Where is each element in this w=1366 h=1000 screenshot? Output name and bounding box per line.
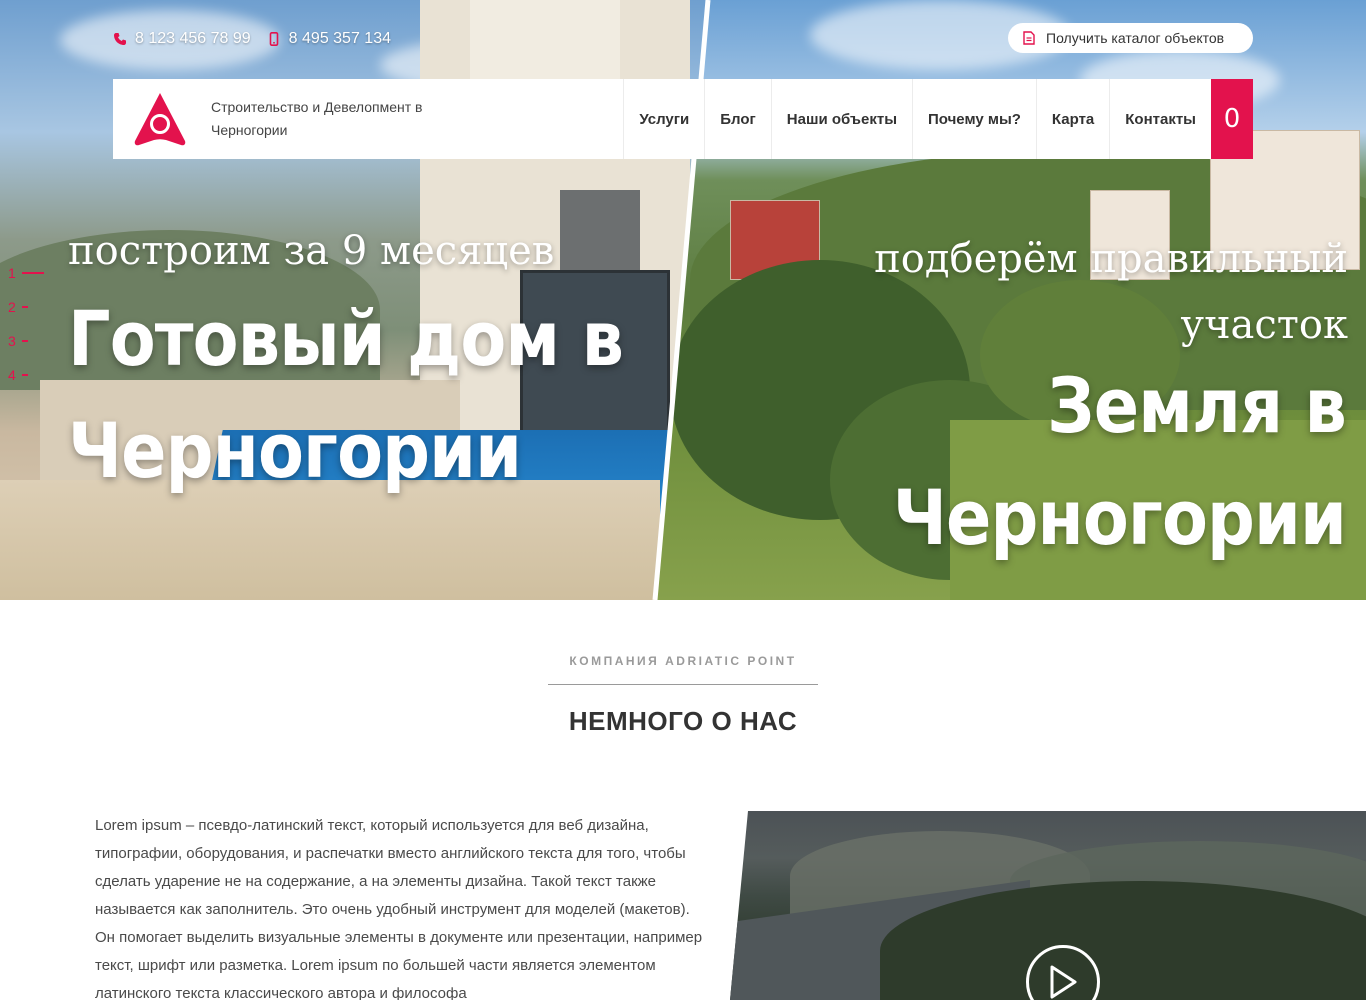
slide-indicator-4[interactable]: 4 (8, 358, 44, 392)
contact-phones: 8 123 456 78 99 8 495 357 134 (113, 30, 391, 48)
hero-left-title: Готовый дом в Черногории (68, 283, 624, 507)
about-eyebrow: КОМПАНИЯ ADRIATIC POINT (569, 654, 797, 668)
get-catalog-label: Получить каталог объектов (1046, 30, 1225, 46)
logo[interactable] (113, 79, 188, 159)
play-icon (1050, 965, 1077, 999)
about-video[interactable] (730, 811, 1366, 1000)
hero-left-title-line-1: Готовый дом в (68, 294, 624, 383)
hero-right-title: Земля в Черногории (853, 350, 1347, 574)
logo-icon (134, 93, 186, 146)
slide-indicator-2[interactable]: 2 (8, 290, 44, 324)
slide-indicator-3[interactable]: 3 (8, 324, 44, 358)
get-catalog-button[interactable]: Получить каталог объектов (1008, 23, 1253, 53)
phone-icon (113, 32, 127, 46)
phone-1[interactable]: 8 123 456 78 99 (113, 30, 251, 48)
main-navbar: Строительство и Девелопмент в Черногории… (113, 79, 1253, 159)
nav-item-contacts[interactable]: Контакты (1109, 79, 1211, 159)
slide-indicator-bar (21, 272, 44, 274)
slide-indicator-bar (21, 340, 28, 342)
slide-indicator-bar (21, 306, 28, 308)
hero-right-subtitle-line-1: подберём правильный (874, 236, 1348, 282)
cart-counter[interactable]: 0 (1211, 79, 1253, 159)
mobile-icon (267, 32, 281, 46)
hero-right-subtitle-line-2: участок (1180, 302, 1348, 348)
nav-item-blog[interactable]: Блог (704, 79, 771, 159)
document-icon (1022, 31, 1036, 45)
hero-slider: 8 123 456 78 99 8 495 357 134 Получить к… (0, 0, 1366, 600)
hero-right-title-line-1: Земля в (1047, 361, 1347, 450)
phone-1-number: 8 123 456 78 99 (135, 30, 251, 47)
slide-indicators: 1 2 3 4 (8, 256, 44, 392)
about-text: Lorem ipsum – псевдо-латинский текст, ко… (95, 817, 703, 1000)
hero-left-title-line-2: Черногории (68, 406, 522, 495)
slide-indicator-1[interactable]: 1 (8, 256, 44, 290)
main-menu: Услуги Блог Наши объекты Почему мы? Карт… (623, 79, 1253, 159)
nav-item-map[interactable]: Карта (1035, 79, 1109, 159)
brand-tagline: Строительство и Девелопмент в Черногории (211, 99, 423, 138)
phone-2[interactable]: 8 495 357 134 (267, 30, 391, 48)
nav-item-why-us[interactable]: Почему мы? (912, 79, 1036, 159)
nav-item-our-objects[interactable]: Наши объекты (770, 79, 912, 159)
slide-indicator-bar (21, 374, 28, 376)
about-divider (548, 684, 818, 685)
about-title: НЕМНОГО О НАС (568, 706, 798, 736)
nav-item-services[interactable]: Услуги (623, 79, 704, 159)
hero-right-title-line-2: Черногории (892, 473, 1347, 562)
hero-left-subtitle: построим за 9 месяцев (68, 228, 555, 274)
hero-right-subtitle: подберём правильный участок (828, 226, 1348, 358)
phone-2-number: 8 495 357 134 (288, 30, 391, 47)
